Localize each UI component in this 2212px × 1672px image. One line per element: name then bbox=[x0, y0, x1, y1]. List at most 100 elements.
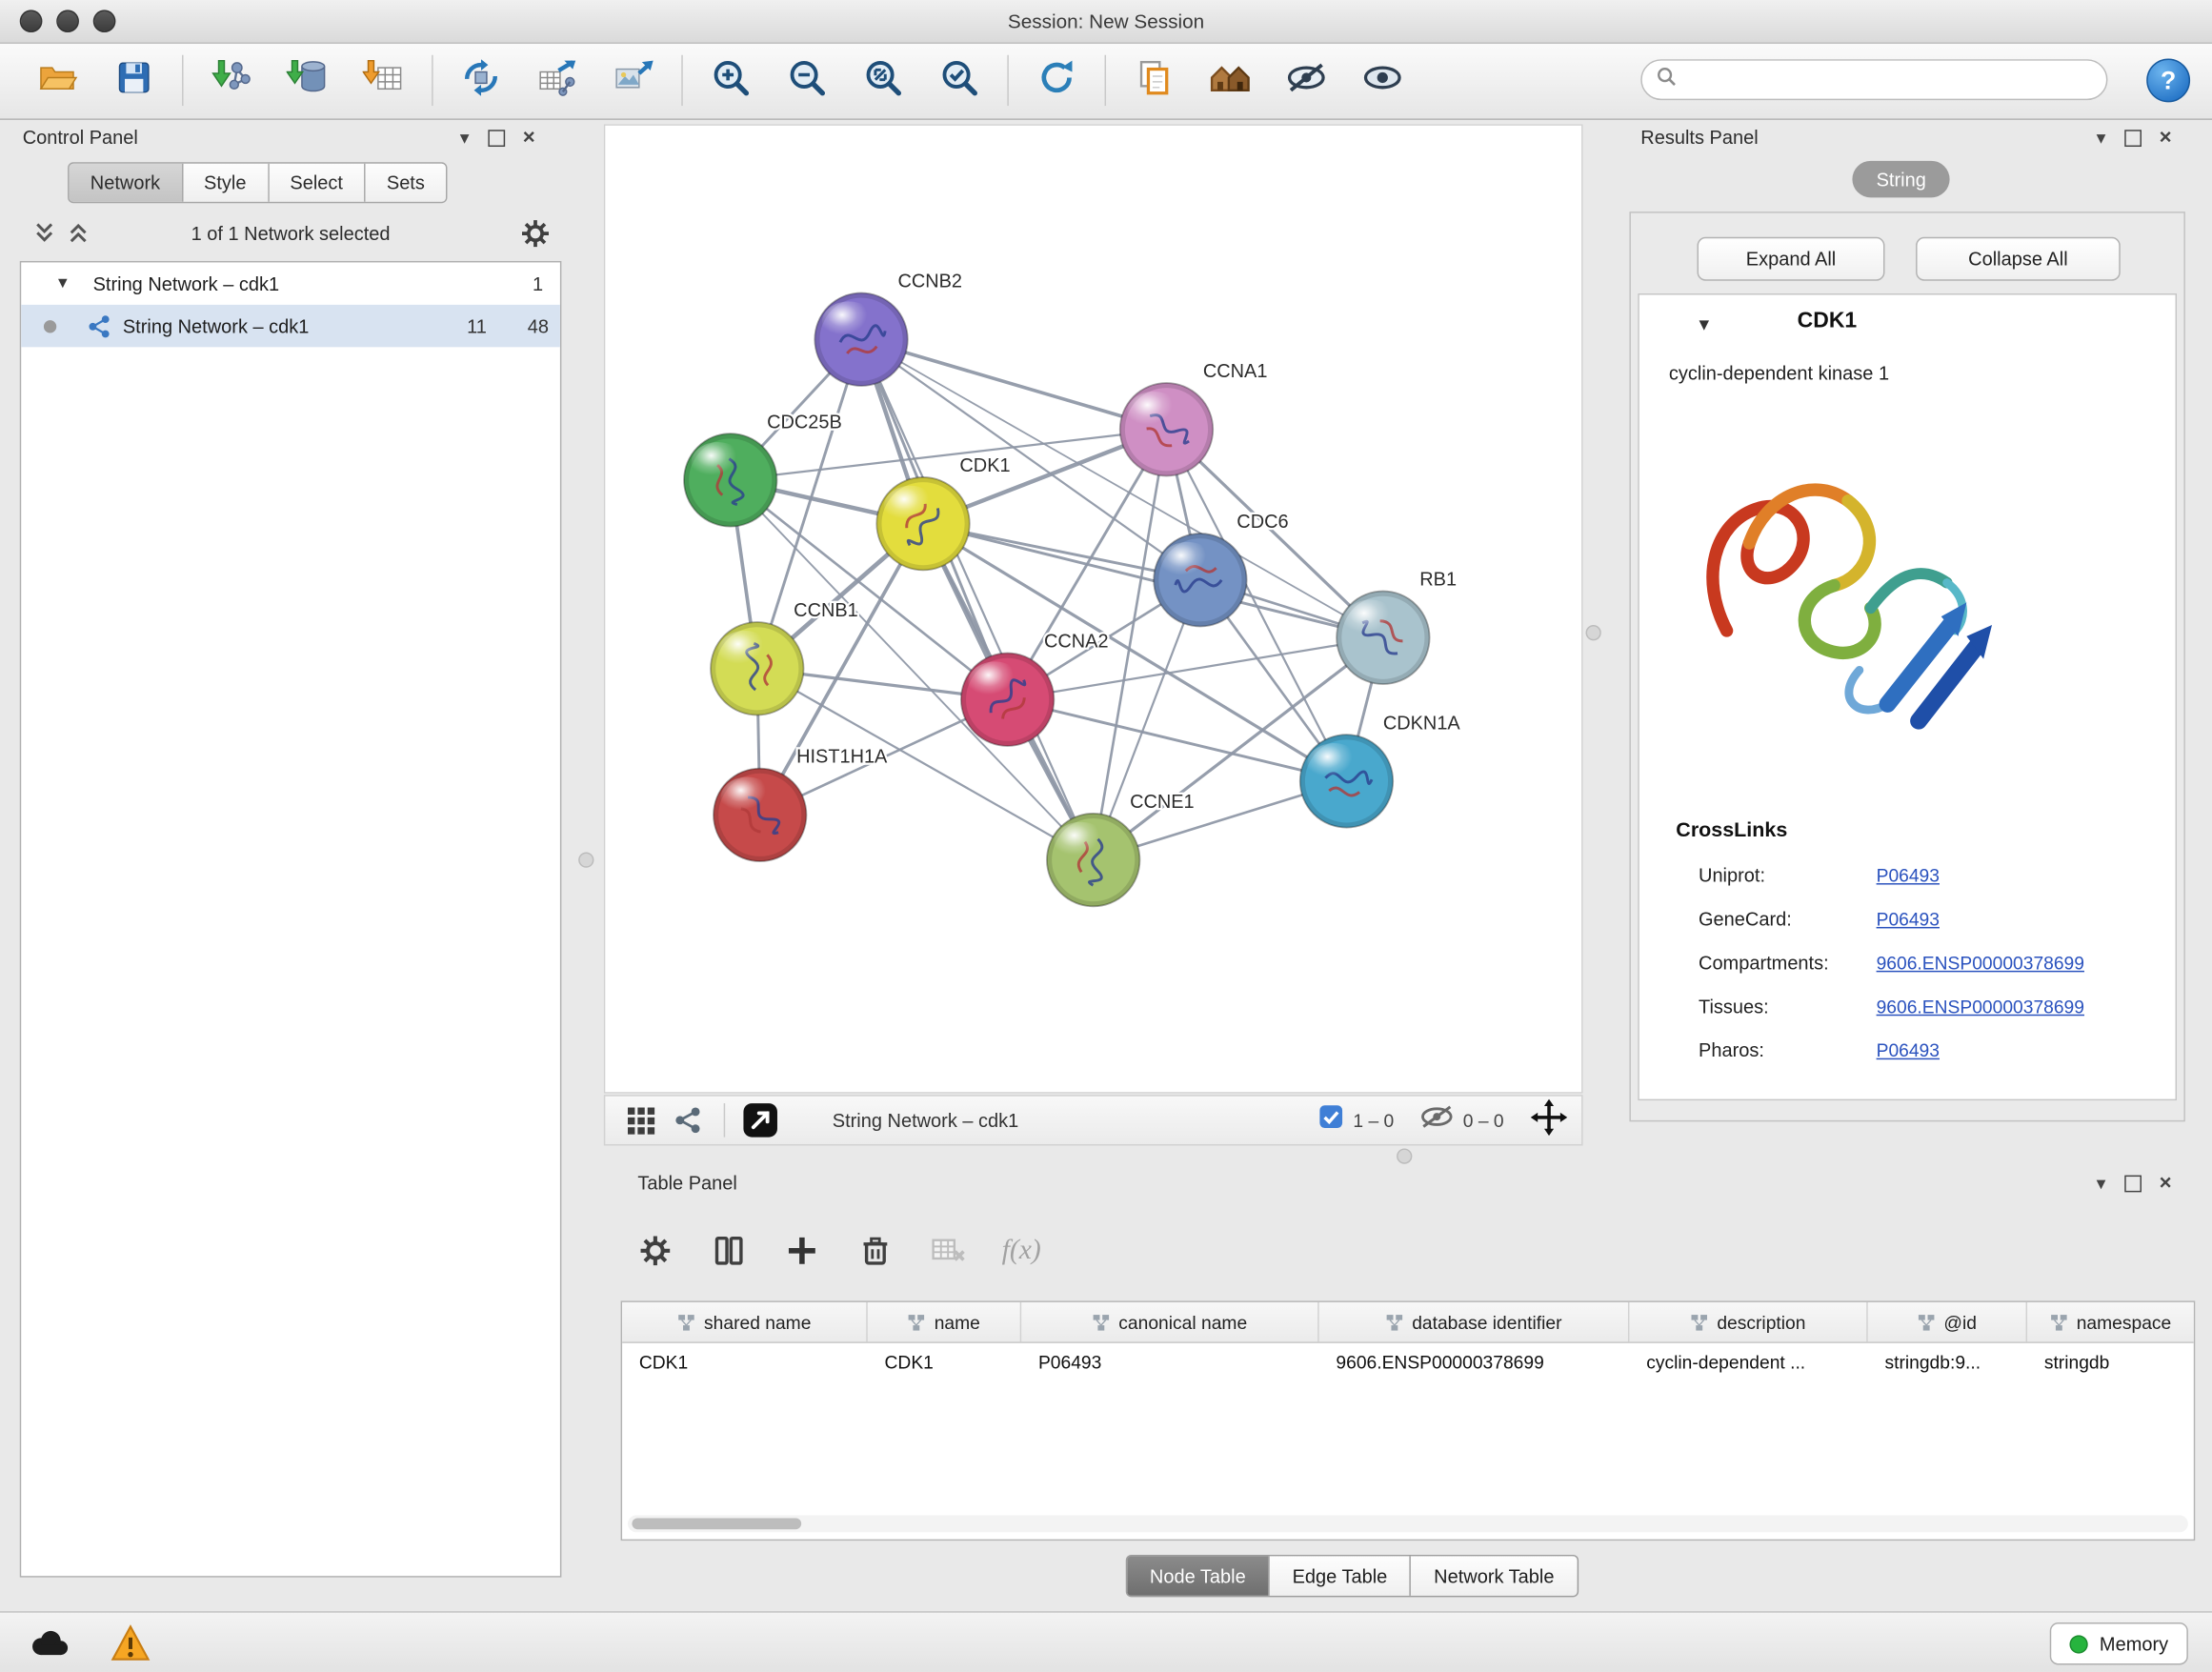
cell-canonical-name: P06493 bbox=[1021, 1352, 1318, 1373]
collection-disclosure-icon[interactable]: ▼ bbox=[55, 275, 70, 292]
birds-eye-view-button[interactable] bbox=[616, 1100, 664, 1139]
crosslink-link[interactable]: 9606.ENSP00000378699 bbox=[1877, 997, 2084, 1017]
search-box[interactable] bbox=[1640, 59, 2107, 100]
crosslink-link[interactable]: 9606.ENSP00000378699 bbox=[1877, 953, 2084, 974]
gene-card-header[interactable]: ▼ CDK1 bbox=[1639, 295, 2176, 354]
network-collection-row[interactable]: ▼ String Network – cdk1 1 bbox=[21, 262, 560, 304]
cloud-status-button[interactable] bbox=[23, 1622, 73, 1662]
node-label-CDKN1A: CDKN1A bbox=[1383, 713, 1461, 734]
create-column-button[interactable] bbox=[774, 1221, 830, 1278]
selected-checkbox-icon[interactable] bbox=[1319, 1105, 1343, 1137]
warnings-button[interactable] bbox=[105, 1622, 155, 1662]
delete-column-button[interactable] bbox=[847, 1221, 903, 1278]
network-view-toolbar: String Network – cdk1 1 – 0 0 – 0 bbox=[604, 1095, 1583, 1145]
tab-network[interactable]: Network bbox=[70, 164, 183, 202]
table-row[interactable]: CDK1 CDK1 P06493 9606.ENSP00000378699 cy… bbox=[622, 1343, 2194, 1381]
network-node-RB1[interactable]: RB1 bbox=[1337, 570, 1457, 684]
panel-resize-handle[interactable] bbox=[578, 852, 593, 867]
column-header-name[interactable]: name bbox=[868, 1302, 1021, 1341]
close-panel-icon[interactable]: × bbox=[2160, 127, 2172, 148]
open-in-string-button[interactable] bbox=[736, 1100, 784, 1139]
network-from-table-button[interactable] bbox=[519, 48, 595, 112]
panel-resize-handle[interactable] bbox=[1397, 1148, 1412, 1163]
table-toolbar: f(x) bbox=[627, 1217, 1050, 1284]
table-options-button[interactable] bbox=[627, 1221, 683, 1278]
results-tab-string[interactable]: String bbox=[1852, 161, 1950, 198]
function-builder-button[interactable]: f(x) bbox=[994, 1221, 1050, 1278]
hidden-eye-icon[interactable] bbox=[1420, 1105, 1453, 1137]
crosslink-link[interactable]: P06493 bbox=[1877, 865, 1940, 886]
column-header-canonical-name[interactable]: canonical name bbox=[1021, 1302, 1318, 1341]
network-canvas[interactable]: CCNB2CCNA1CDC25BCDK1CDC6RB1CCNB1CCNA2CDK… bbox=[604, 124, 1583, 1093]
network-node-CCNA1[interactable]: CCNA1 bbox=[1120, 361, 1268, 475]
tab-network-table[interactable]: Network Table bbox=[1411, 1556, 1577, 1595]
crosslink-link[interactable]: P06493 bbox=[1877, 1039, 1940, 1060]
zoom-selected-button[interactable] bbox=[921, 48, 997, 112]
tab-edge-table[interactable]: Edge Table bbox=[1270, 1556, 1412, 1595]
import-network-database-button[interactable] bbox=[270, 48, 346, 112]
new-network-icon bbox=[460, 55, 502, 105]
import-network-file-button[interactable] bbox=[193, 48, 270, 112]
tab-node-table[interactable]: Node Table bbox=[1127, 1556, 1270, 1595]
home-button[interactable] bbox=[1192, 48, 1268, 112]
string-results-area: Expand All Collapse All ▼ CDK1 cyclin-de… bbox=[1629, 212, 2184, 1121]
new-network-button[interactable] bbox=[443, 48, 519, 112]
import-table-file-icon bbox=[363, 55, 405, 105]
search-input[interactable] bbox=[1686, 68, 2106, 91]
columns-icon bbox=[712, 1234, 744, 1266]
column-header-description[interactable]: description bbox=[1629, 1302, 1867, 1341]
network-node-HIST1H1A[interactable]: HIST1H1A bbox=[714, 747, 888, 861]
gene-disclosure-icon[interactable]: ▼ bbox=[1696, 314, 1713, 334]
close-panel-icon[interactable]: × bbox=[2160, 1173, 2172, 1194]
panel-menu-icon[interactable]: ▾ bbox=[2097, 1174, 2106, 1192]
network-row[interactable]: String Network – cdk1 1148 bbox=[21, 305, 560, 347]
tab-select[interactable]: Select bbox=[269, 164, 365, 202]
network-node-CDK1[interactable]: CDK1 bbox=[876, 455, 1010, 570]
pan-mode-button[interactable] bbox=[1531, 1098, 1568, 1142]
panel-menu-icon[interactable]: ▾ bbox=[460, 129, 470, 147]
close-panel-icon[interactable]: × bbox=[523, 127, 535, 148]
crosslink-link[interactable]: P06493 bbox=[1877, 909, 1940, 930]
hide-selected-button[interactable] bbox=[1268, 48, 1344, 112]
float-panel-icon[interactable] bbox=[488, 130, 505, 147]
horizontal-scrollbar[interactable] bbox=[628, 1515, 2188, 1532]
network-edge-CCNB2-CCNE1[interactable] bbox=[861, 339, 1094, 859]
search-icon bbox=[1657, 66, 1678, 94]
tab-sets[interactable]: Sets bbox=[366, 164, 446, 202]
export-image-button[interactable] bbox=[595, 48, 672, 112]
network-node-CCNB1[interactable]: CCNB1 bbox=[711, 600, 858, 715]
expand-all-button[interactable]: Expand All bbox=[1698, 237, 1885, 281]
import-table-file-button[interactable] bbox=[346, 48, 422, 112]
zoom-out-button[interactable] bbox=[769, 48, 845, 112]
network-node-CCNB2[interactable]: CCNB2 bbox=[814, 272, 962, 386]
network-edge-CCNB2-CCNA1[interactable] bbox=[861, 339, 1166, 430]
panel-resize-handle[interactable] bbox=[1586, 625, 1601, 640]
zoom-in-button[interactable] bbox=[693, 48, 769, 112]
column-header-namespace[interactable]: namespace bbox=[2027, 1302, 2194, 1341]
float-panel-icon[interactable] bbox=[2124, 1175, 2142, 1192]
network-overview-button[interactable] bbox=[665, 1100, 713, 1139]
column-header-database-identifier[interactable]: database identifier bbox=[1319, 1302, 1630, 1341]
toolbar-separator bbox=[182, 55, 183, 106]
refresh-button[interactable] bbox=[1018, 48, 1095, 112]
results-panel-window-icons: ▾ × bbox=[2097, 127, 2199, 148]
scrollbar-thumb[interactable] bbox=[632, 1518, 801, 1529]
network-node-CDKN1A[interactable]: CDKN1A bbox=[1300, 713, 1461, 827]
network-options-gear-icon[interactable] bbox=[520, 219, 550, 256]
tab-style[interactable]: Style bbox=[183, 164, 269, 202]
application-window: Session: New Session bbox=[0, 0, 2212, 1670]
float-panel-icon[interactable] bbox=[2124, 130, 2142, 147]
show-columns-button[interactable] bbox=[700, 1221, 756, 1278]
memory-button[interactable]: Memory bbox=[2050, 1622, 2188, 1664]
zoom-fit-button[interactable] bbox=[845, 48, 921, 112]
help-button[interactable]: ? bbox=[2144, 56, 2192, 104]
column-header-id[interactable]: @id bbox=[1868, 1302, 2027, 1341]
column-header-shared-name[interactable]: shared name bbox=[622, 1302, 868, 1341]
panel-menu-icon[interactable]: ▾ bbox=[2097, 129, 2106, 147]
show-all-button[interactable] bbox=[1344, 48, 1420, 112]
collapse-all-button[interactable]: Collapse All bbox=[1916, 237, 2121, 281]
delete-table-button[interactable] bbox=[920, 1221, 976, 1278]
copy-button[interactable] bbox=[1116, 48, 1192, 112]
open-session-button[interactable] bbox=[20, 48, 96, 112]
save-session-button[interactable] bbox=[96, 48, 172, 112]
